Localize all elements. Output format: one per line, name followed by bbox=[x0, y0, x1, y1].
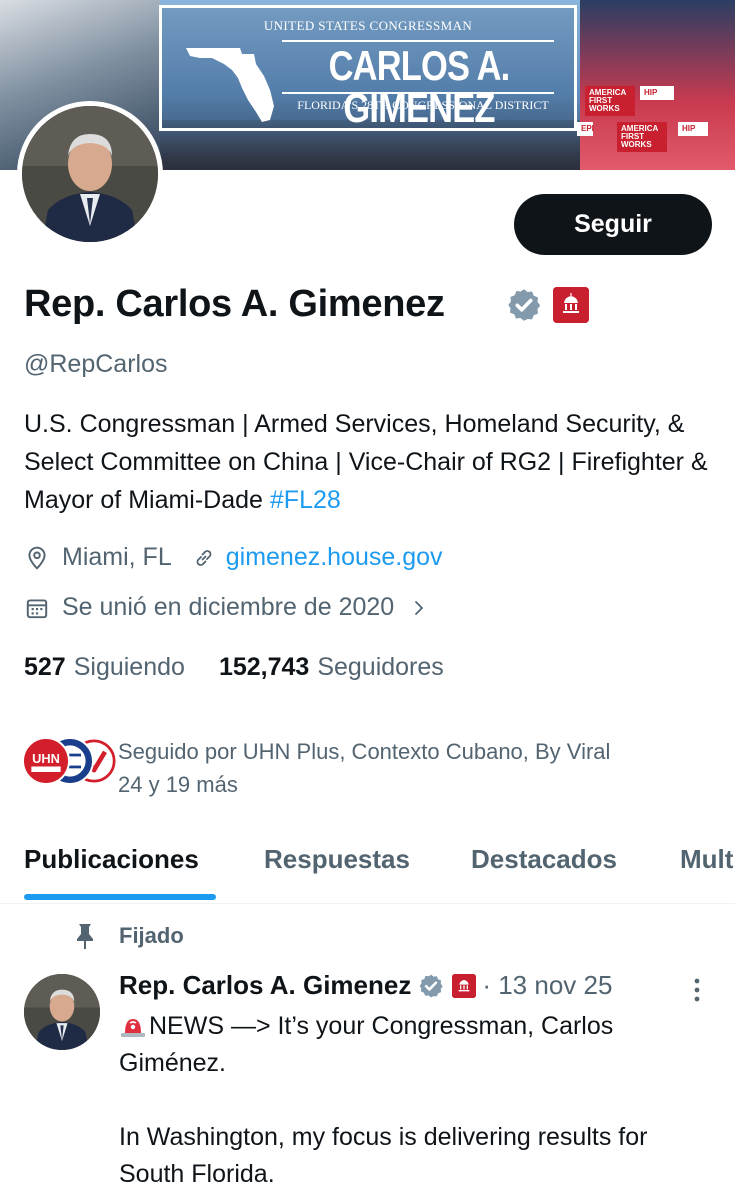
tweet-header: Rep. Carlos A. Gimenez · 13 nov 25 bbox=[119, 970, 612, 1001]
following-label: Siguiendo bbox=[73, 653, 185, 681]
followed-by-line: Seguido por UHN Plus, Contexto Cubano, B… bbox=[118, 739, 611, 764]
following-count: 527 bbox=[24, 653, 66, 681]
pinned-label: Fijado bbox=[119, 923, 184, 948]
location-pin-icon bbox=[28, 546, 46, 570]
pin-icon bbox=[77, 924, 93, 949]
tweet-line: In Washington, my focus is delivering re… bbox=[119, 1123, 648, 1188]
pinned-label-row: Fijado bbox=[73, 922, 184, 950]
followed-by-avatars: UHN bbox=[22, 735, 118, 787]
verified-gray-badge-icon[interactable] bbox=[418, 973, 444, 999]
bio-hashtag-link[interactable]: #FL28 bbox=[270, 486, 341, 514]
uhn-logo-text: UHN bbox=[32, 751, 60, 766]
banner-sign: HIP bbox=[678, 122, 708, 136]
us-house-affiliation-badge-icon[interactable] bbox=[452, 973, 477, 998]
banner-name: CARLOS A. GIMENEZ bbox=[328, 42, 511, 131]
followers-count: 152,743 bbox=[218, 653, 310, 681]
chevron-right-icon bbox=[415, 600, 424, 615]
follow-button[interactable]: Seguir bbox=[514, 194, 712, 255]
profile-joined-row[interactable]: Se unió en diciembre de 2020 bbox=[24, 593, 428, 622]
followed-by-text: Seguido por UHN Plus, Contexto Cubano, B… bbox=[118, 735, 718, 801]
tweet-author-avatar[interactable] bbox=[24, 974, 100, 1050]
avatar-portrait bbox=[22, 106, 158, 242]
profile-handle: @RepCarlos bbox=[24, 350, 168, 378]
tweet-paragraph-gap bbox=[119, 1082, 719, 1119]
profile-meta-location-row: Miami, FL gimenez.house.gov bbox=[24, 543, 443, 572]
banner-sign: EPI bbox=[577, 122, 594, 136]
tweet-paragraph: NEWS —> It’s your Congressman, Carlos Gi… bbox=[119, 1008, 719, 1082]
followers-label: Seguidores bbox=[317, 653, 444, 681]
profile-website-link[interactable]: gimenez.house.gov bbox=[226, 543, 443, 572]
calendar-icon bbox=[26, 598, 48, 618]
profile-bio: U.S. Congressman | Armed Services, Homel… bbox=[24, 405, 714, 519]
banner-sign: AMERICA FIRST WORKS bbox=[617, 122, 667, 152]
tweet-date[interactable]: · 13 nov 25 bbox=[482, 970, 612, 1001]
tab-destacados[interactable]: Destacados bbox=[471, 844, 617, 875]
tab-publicaciones[interactable]: Publicaciones bbox=[24, 844, 199, 875]
siren-emoji-icon bbox=[121, 1019, 145, 1037]
tab-respuestas[interactable]: Respuestas bbox=[264, 844, 410, 875]
banner-title-box: UNITED STATES CONGRESSMAN CARLOS A. GIME… bbox=[159, 5, 577, 131]
profile-display-name: Rep. Carlos A. Gimenez bbox=[24, 283, 445, 325]
active-tab-indicator bbox=[24, 894, 216, 900]
tweet-avatar-portrait bbox=[24, 974, 100, 1050]
banner-divider bbox=[282, 92, 554, 94]
tweet-author-name[interactable]: Rep. Carlos A. Gimenez bbox=[119, 970, 411, 1001]
banner-subtitle-top: UNITED STATES CONGRESSMAN bbox=[263, 18, 473, 33]
uhn-plus-avatar: UHN bbox=[22, 737, 70, 785]
florida-map-icon bbox=[186, 48, 274, 122]
tweet-paragraph: In Washington, my focus is delivering re… bbox=[119, 1119, 719, 1193]
followed-by-line: 24 y 19 más bbox=[118, 772, 238, 797]
tweet-body[interactable]: NEWS —> It’s your Congressman, Carlos Gi… bbox=[119, 1008, 719, 1193]
tab-multimedia[interactable]: Mult bbox=[680, 844, 733, 875]
verified-gray-badge-icon[interactable] bbox=[506, 287, 542, 323]
banner-sign: HIP bbox=[640, 86, 674, 100]
followers-count-link[interactable]: 152,743 Seguidores bbox=[219, 653, 444, 682]
us-house-affiliation-badge-icon[interactable] bbox=[553, 287, 589, 323]
profile-follow-counts: 527 Siguiendo 152,743 Seguidores bbox=[24, 653, 478, 682]
more-options-icon[interactable] bbox=[688, 976, 706, 1004]
link-icon bbox=[196, 549, 212, 566]
profile-tabs: Publicaciones Respuestas Destacados Mult bbox=[0, 830, 735, 904]
profile-joined-date: Se unió en diciembre de 2020 bbox=[62, 593, 395, 621]
profile-avatar[interactable] bbox=[17, 101, 163, 247]
tweet-line: NEWS —> It’s your Congressman, Carlos Gi… bbox=[119, 1012, 614, 1077]
profile-location: Miami, FL bbox=[62, 543, 172, 571]
banner-sign: AMERICA FIRST WORKS bbox=[585, 86, 635, 116]
bio-text: U.S. Congressman | Armed Services, Homel… bbox=[24, 410, 708, 514]
banner-subtitle-bottom: FLORIDA'S 28TH CONGRESSIONAL DISTRICT bbox=[297, 98, 549, 112]
following-count-link[interactable]: 527 Siguiendo bbox=[24, 653, 185, 682]
